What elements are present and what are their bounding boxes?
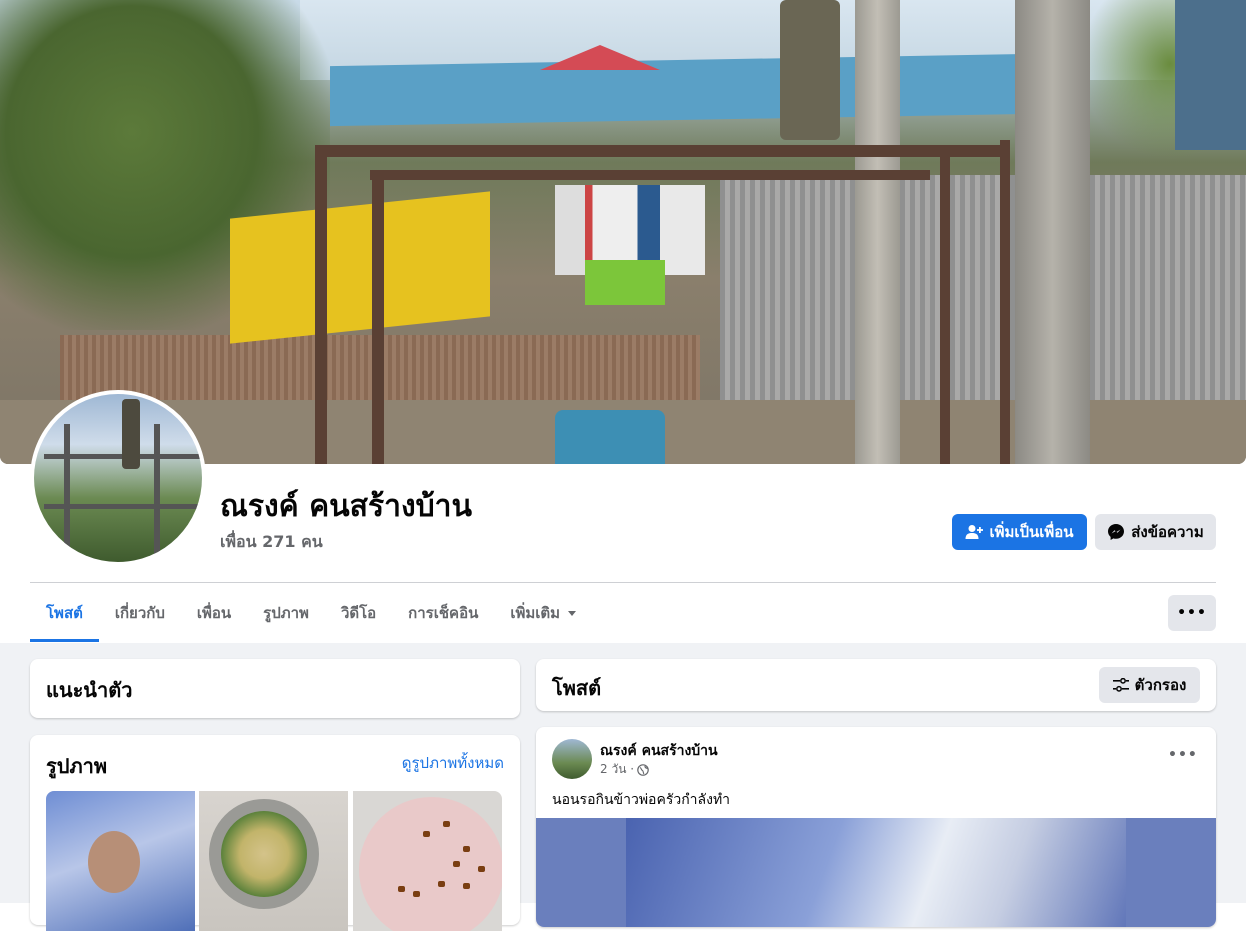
photo-thumbnail[interactable] [353, 791, 502, 931]
post-card: ณรงค์ คนสร้างบ้าน 2 วัน · ••• นอนรอกินข้… [536, 727, 1216, 927]
tab-label: การเช็คอิน [408, 604, 479, 622]
profile-avatar[interactable] [30, 390, 206, 566]
add-friend-button[interactable]: เพิ่มเป็นเพื่อน [952, 514, 1087, 550]
avatar-frame [154, 424, 160, 554]
cover-banner [230, 191, 490, 344]
send-message-button[interactable]: ส่งข้อความ [1095, 514, 1216, 550]
cover-photo[interactable] [0, 0, 1246, 464]
photos-card: รูปภาพ ดูรูปภาพทั้งหมด [30, 735, 520, 931]
photo-crumb [413, 891, 420, 897]
tab-friends[interactable]: เพื่อน [181, 590, 247, 642]
tab-label: เกี่ยวกับ [114, 604, 165, 622]
avatar-image [34, 394, 202, 562]
photo-crumb [478, 866, 485, 872]
tab-label: เพิ่มเติม [510, 604, 561, 622]
tab-label: โพสต์ [46, 604, 83, 622]
add-friend-label: เพิ่มเป็นเพื่อน [989, 523, 1074, 541]
tab-videos[interactable]: วิดีโอ [325, 590, 392, 642]
photo-crumb [438, 881, 445, 887]
messenger-icon [1108, 524, 1125, 540]
cover-scaffold-post [372, 170, 384, 464]
tab-label: รูปภาพ [263, 604, 309, 622]
post-timestamp[interactable]: 2 วัน · [600, 760, 649, 779]
see-all-photos-link[interactable]: ดูรูปภาพทั้งหมด [402, 751, 504, 775]
post-author-name[interactable]: ณรงค์ คนสร้างบ้าน [600, 740, 718, 762]
post-photo-image [626, 818, 1126, 927]
cover-scaffold-bar [370, 170, 930, 180]
tab-about[interactable]: เกี่ยวกับ [99, 590, 181, 642]
cover-roof [330, 53, 1030, 127]
profile-tabs: โพสต์ เกี่ยวกับ เพื่อน รูปภาพ วิดีโอ การ… [30, 590, 592, 642]
photo-crumb [453, 861, 460, 867]
photo-crumb [463, 883, 470, 889]
posts-title: โพสต์ [552, 676, 602, 700]
globe-icon [637, 763, 649, 776]
photo-food [221, 811, 307, 897]
avatar-frame [44, 504, 202, 509]
tab-photos[interactable]: รูปภาพ [247, 590, 325, 642]
profile-name: ณรงค์ คนสร้างบ้าน [220, 489, 472, 524]
more-dots-icon: ••• [1177, 605, 1207, 621]
photo-plate [359, 797, 502, 931]
cover-scaffold-post [1000, 140, 1010, 464]
photo-crumb [398, 886, 405, 892]
post-more-button[interactable]: ••• [1168, 747, 1198, 763]
photo-crumb [423, 831, 430, 837]
photo-crumb [463, 846, 470, 852]
tab-label: เพื่อน [196, 604, 232, 622]
avatar-frame [64, 424, 70, 554]
posts-header-card: โพสต์ ตัวกรอง [536, 659, 1216, 711]
cover-scaffold-post [940, 150, 950, 464]
cover-metal-fence [720, 175, 1246, 415]
cover-green-block [585, 260, 665, 305]
add-friend-icon [965, 525, 984, 539]
cover-scaffold-bar [315, 145, 1005, 157]
cover-worker [780, 0, 840, 140]
friend-count[interactable]: เพื่อน 271 คน [220, 530, 323, 555]
send-message-label: ส่งข้อความ [1131, 523, 1204, 541]
caret-down-icon [568, 611, 577, 616]
tab-checkins[interactable]: การเช็คอิน [392, 590, 494, 642]
cover-blue-bin [555, 410, 665, 464]
post-photo[interactable] [536, 818, 1216, 927]
photo-thumbnail[interactable] [46, 791, 195, 931]
photo-crumb [443, 821, 450, 827]
tab-more[interactable]: เพิ่มเติม [494, 590, 592, 642]
photo-subject [88, 831, 140, 893]
post-text: นอนรอกินข้าวพ่อครัวกำลังทำ [552, 792, 731, 808]
tab-label: วิดีโอ [340, 604, 377, 622]
filter-label: ตัวกรอง [1134, 676, 1187, 694]
post-author-avatar[interactable] [552, 739, 592, 779]
header-divider [30, 582, 1216, 583]
photos-title: รูปภาพ [46, 754, 108, 778]
intro-title: แนะนำตัว [46, 678, 133, 702]
tab-posts[interactable]: โพสต์ [30, 590, 99, 642]
intro-card: แนะนำตัว [30, 659, 520, 718]
filter-icon [1112, 678, 1129, 692]
more-options-button[interactable]: ••• [1168, 595, 1216, 631]
avatar-person [122, 399, 140, 469]
cover-pole-small [855, 0, 900, 464]
post-time-text: 2 วัน · [600, 762, 635, 776]
cover-pole [1015, 0, 1090, 464]
cover-scaffold-post [315, 145, 327, 464]
filter-button[interactable]: ตัวกรอง [1099, 667, 1200, 703]
cover-shed [1175, 0, 1246, 150]
photo-thumbnail[interactable] [199, 791, 348, 931]
